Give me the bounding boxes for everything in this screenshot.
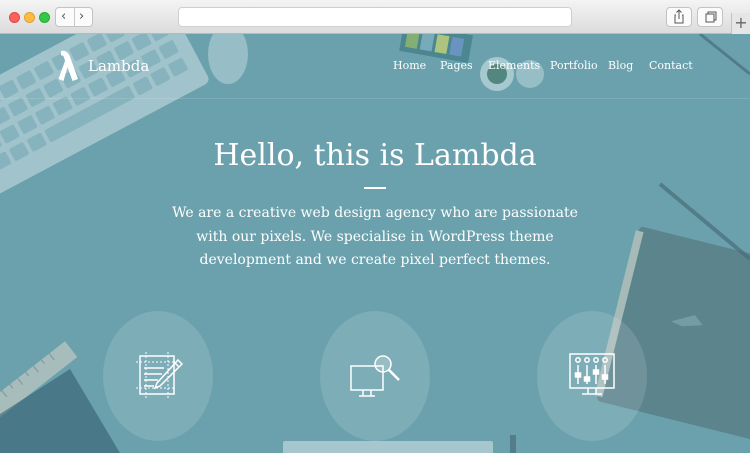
close-window-button[interactable]: [9, 12, 20, 23]
back-button[interactable]: ‹: [61, 9, 66, 25]
nav-item-blog[interactable]: Blog: [608, 59, 633, 72]
lambda-logo-icon: [58, 50, 78, 81]
design-pencil-icon: [136, 352, 184, 398]
browser-toolbar: ‹ › +: [0, 0, 750, 34]
share-button[interactable]: [666, 7, 692, 27]
minimize-window-button[interactable]: [24, 12, 35, 23]
feature-development[interactable]: [320, 311, 430, 441]
nav-item-portfolio[interactable]: Portfolio: [550, 59, 598, 72]
settings-sliders-icon: [569, 353, 615, 395]
nav-item-contact[interactable]: Contact: [649, 59, 693, 72]
header-divider: [0, 98, 750, 99]
feature-settings[interactable]: [537, 311, 647, 441]
web-page: Lambda Home Pages Elements Portfolio Blo…: [0, 34, 750, 453]
nav-item-pages[interactable]: Pages: [440, 59, 473, 72]
address-bar[interactable]: [178, 7, 572, 27]
new-tab-button[interactable]: +: [731, 13, 750, 34]
site-logo[interactable]: Lambda: [58, 50, 149, 82]
divider: [74, 8, 75, 26]
maximize-window-button[interactable]: [39, 12, 50, 23]
monitor-search-icon: [350, 355, 400, 397]
nav-item-home[interactable]: Home: [393, 59, 426, 72]
tabs-icon: [705, 11, 717, 23]
forward-button[interactable]: ›: [79, 9, 84, 25]
site-brand-name: Lambda: [88, 57, 150, 75]
hero-title: Hello, this is Lambda: [213, 138, 537, 173]
tabs-button[interactable]: [697, 7, 723, 27]
history-buttons: ‹ ›: [55, 7, 93, 27]
feature-design[interactable]: [103, 311, 213, 441]
share-icon: [674, 9, 684, 24]
hero-intro-text: We are a creative web design agency who …: [172, 205, 578, 268]
title-divider: [364, 187, 386, 189]
nav-item-elements[interactable]: Elements: [488, 59, 540, 72]
